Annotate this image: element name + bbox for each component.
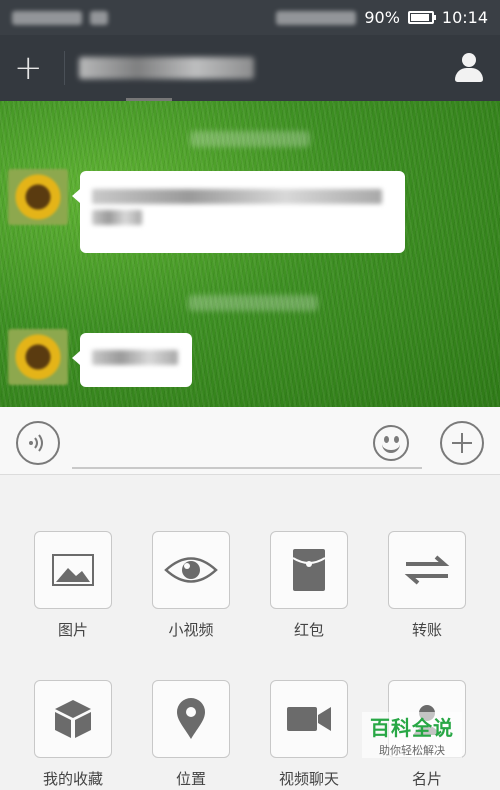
input-bar: [0, 407, 500, 475]
battery-icon: [407, 11, 436, 24]
battery-fill: [410, 14, 429, 21]
message-bubble[interactable]: [72, 333, 192, 387]
message-text-blurred: [92, 210, 142, 225]
voice-icon[interactable]: [16, 421, 60, 465]
panel-item-photo[interactable]: 图片: [14, 531, 132, 640]
panel-item-favorites[interactable]: 我的收藏: [14, 680, 132, 789]
avatar[interactable]: [8, 329, 68, 385]
notification-blur: [90, 10, 108, 25]
signal-blur: [276, 10, 357, 25]
title-divider: [64, 51, 65, 85]
plus-circle-icon[interactable]: [440, 421, 484, 465]
plus-icon[interactable]: +: [14, 51, 54, 85]
message-input[interactable]: [72, 425, 422, 469]
chat-title-bar: +: [0, 35, 500, 101]
panel-item-video-chat[interactable]: 视频聊天: [250, 680, 368, 789]
panel-item-label: 视频聊天: [278, 770, 339, 788]
panel-item-label: 我的收藏: [42, 770, 103, 788]
watermark-subtitle: 助你轻松解决: [379, 744, 445, 757]
person-icon[interactable]: [452, 51, 486, 85]
favorites-box-icon: [34, 680, 112, 758]
red-packet-icon: [270, 531, 348, 609]
panel-item-location[interactable]: 位置: [132, 680, 250, 789]
timestamp-blurred: [190, 131, 310, 147]
video-camera-icon: [270, 680, 348, 758]
watermark-logo: 百科全说 助你轻松解决: [362, 712, 462, 758]
chat-area[interactable]: [0, 101, 500, 407]
image-icon: [34, 531, 112, 609]
panel-item-label: 红包: [293, 621, 324, 639]
transfer-icon: [388, 531, 466, 609]
message-text-blurred: [92, 189, 382, 204]
panel-item-label: 名片: [411, 770, 442, 788]
clock: 10:14: [441, 8, 488, 27]
timestamp-blurred: [188, 295, 318, 311]
panel-item-label: 图片: [57, 621, 88, 639]
status-notifications: [12, 10, 108, 25]
watermark-title: 百科全说: [370, 716, 454, 740]
panel-item-red-packet[interactable]: 红包: [250, 531, 368, 640]
emoji-icon[interactable]: [373, 425, 409, 461]
battery-percent: 90%: [364, 8, 400, 27]
location-pin-icon: [152, 680, 230, 758]
status-bar: 90% 10:14: [0, 0, 500, 35]
panel-item-transfer[interactable]: 转账: [368, 531, 486, 640]
panel-item-label: 小视频: [168, 621, 214, 639]
eye-icon: [152, 531, 230, 609]
avatar[interactable]: [8, 169, 68, 225]
panel-item-sight[interactable]: 小视频: [132, 531, 250, 640]
message-text-blurred: [92, 350, 178, 365]
notification-blur: [12, 10, 82, 25]
panel-item-label: 位置: [175, 770, 206, 788]
message-bubble[interactable]: [72, 171, 405, 253]
panel-item-label: 转账: [411, 621, 442, 639]
chat-title-blurred: [79, 57, 254, 79]
